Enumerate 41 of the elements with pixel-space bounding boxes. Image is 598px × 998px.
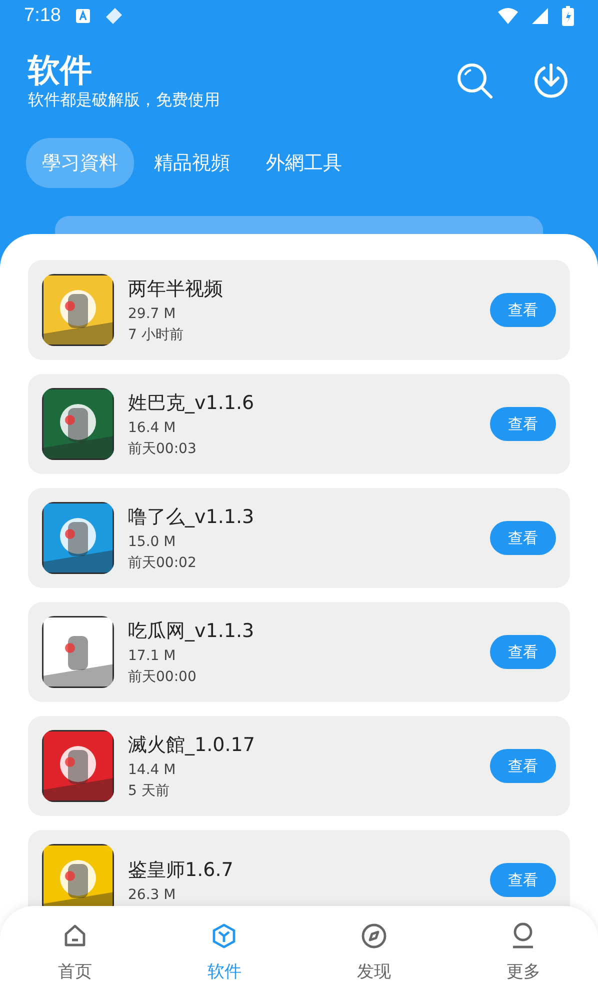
category-tab[interactable]: 外網工具 bbox=[250, 138, 358, 188]
app-size: 29.7 M bbox=[128, 306, 177, 322]
view-button[interactable]: 查看 bbox=[490, 407, 556, 441]
search-icon[interactable] bbox=[456, 62, 494, 100]
app-size: 17.1 M bbox=[128, 648, 177, 664]
app-size: 15.0 M bbox=[128, 534, 177, 550]
wifi-icon bbox=[498, 8, 518, 24]
page-title: 软件 bbox=[28, 50, 93, 90]
nav-tab[interactable]: 软件 bbox=[150, 906, 299, 998]
app-time: 7 小时前 bbox=[128, 326, 184, 344]
app-name: 噜了么_v1.1.3 bbox=[128, 505, 256, 530]
notification-icon bbox=[74, 8, 91, 24]
status-time: 7:18 bbox=[24, 5, 61, 27]
view-button[interactable]: 查看 bbox=[490, 863, 556, 897]
battery-icon bbox=[562, 6, 574, 26]
view-button[interactable]: 查看 bbox=[490, 749, 556, 783]
tag-icon bbox=[104, 7, 123, 25]
app-name: 两年半视频 bbox=[128, 277, 224, 302]
compass-icon bbox=[360, 922, 388, 950]
app-name: 姓巴克_v1.1.6 bbox=[128, 391, 256, 416]
app-time: 5 天前 bbox=[128, 782, 170, 800]
view-button[interactable]: 查看 bbox=[490, 635, 556, 669]
download-icon[interactable] bbox=[532, 62, 570, 100]
app-time: 前天00:02 bbox=[128, 554, 198, 572]
nav-tab[interactable]: 首页 bbox=[0, 906, 150, 998]
app-size: 16.4 M bbox=[128, 420, 177, 436]
app-size: 26.3 M bbox=[128, 887, 177, 903]
nav-tab[interactable]: 发现 bbox=[299, 906, 448, 998]
nav-tab[interactable]: 更多 bbox=[448, 906, 598, 998]
app-name: 吃瓜网_v1.1.3 bbox=[128, 619, 256, 644]
app-time: 前天00:00 bbox=[128, 668, 198, 686]
category-tab[interactable]: 學习資料 bbox=[26, 138, 134, 188]
view-button[interactable]: 查看 bbox=[490, 293, 556, 327]
app-name: 鉴皇师1.6.7 bbox=[128, 858, 234, 883]
page-subtitle: 软件都是破解版，免费使用 bbox=[28, 90, 221, 110]
signal-icon bbox=[532, 8, 548, 24]
app-size: 14.4 M bbox=[128, 762, 177, 778]
view-button[interactable]: 查看 bbox=[490, 521, 556, 555]
app-time: 前天00:03 bbox=[128, 440, 198, 458]
app-name: 滅火館_1.0.17 bbox=[128, 733, 256, 758]
category-tab[interactable]: 精品視頻 bbox=[138, 138, 246, 188]
